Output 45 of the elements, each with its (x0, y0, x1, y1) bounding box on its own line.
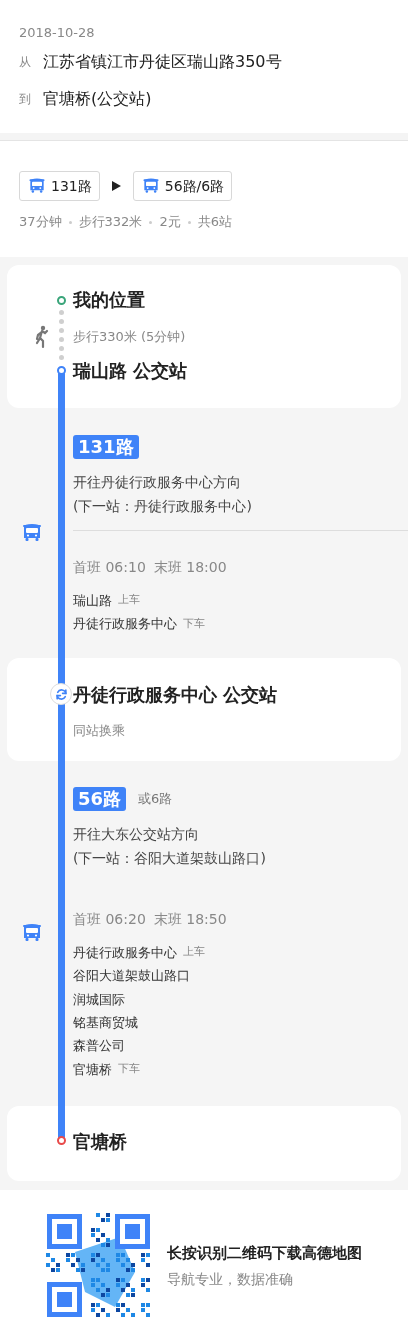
download-tagline: 导航专业，数据准确 (167, 1269, 294, 1289)
transfer-note: 同站换乘 (73, 721, 126, 740)
schedule-time: 首班 06:10 (73, 558, 146, 577)
direction-text: 开往丹徒行政服务中心方向 (73, 473, 242, 492)
route-badge: 56路 (73, 786, 127, 811)
route-badge: 131路 (73, 435, 139, 459)
route-chip: 56路/6路 (132, 171, 233, 201)
stop-name: 润城国际 (73, 990, 125, 1009)
download-prompt: 长按识别二维码下载高德地图 (167, 1242, 362, 1264)
next-stop-text: (下一站：丹徒行政服务中心) (73, 497, 253, 516)
destination-title: 官塘桥 (73, 1130, 127, 1155)
stop-action: 下车 (183, 615, 205, 632)
next-stop-text: (下一站：谷阳大道架鼓山路口) (73, 848, 267, 868)
trip-stat: 37分钟 (19, 213, 62, 232)
walk-info: 步行330米 (5分钟) (73, 328, 187, 346)
stop-name: 丹徒行政服务中心 (73, 943, 177, 962)
trip-date: 2018-10-28 (19, 24, 96, 42)
boarding-stop-title: 瑞山路 公交站 (73, 361, 188, 381)
location-label: 到 (19, 91, 31, 108)
stop-action: 上车 (183, 944, 205, 961)
location-address: 官塘桥(公交站) (43, 88, 152, 110)
stop-action: 上车 (118, 592, 140, 609)
alternative-route: 或6路 (138, 790, 173, 809)
stop-name: 铭基商贸城 (73, 1013, 138, 1032)
stop-name: 森普公司 (73, 1037, 125, 1056)
stop-name: 瑞山路 (73, 591, 112, 610)
schedule-time: 末班 18:50 (153, 909, 227, 929)
walking-person-icon (34, 324, 50, 349)
location-address: 江苏省镇江市丹徒区瑞山路350号 (43, 51, 282, 73)
schedule-time: 末班 18:00 (153, 558, 227, 577)
trip-stat: 共6站 (197, 213, 232, 232)
route-chip: 131路 (19, 171, 100, 201)
stop-name: 丹徒行政服务中心 (73, 615, 177, 634)
start-point-title: 我的位置 (73, 288, 146, 312)
next-arrow-icon (111, 181, 121, 191)
transfer-stop-title: 丹徒行政服务中心 公交站 (73, 682, 278, 707)
trip-stat: 步行332米 (78, 213, 143, 232)
schedule-time: 首班 06:20 (73, 909, 146, 929)
bus-icon (27, 176, 47, 196)
stop-name: 谷阳大道架鼓山路口 (73, 967, 190, 986)
trip-stat: 2元 (159, 213, 181, 232)
stop-name: 官塘桥 (73, 1060, 112, 1079)
stop-action: 下车 (118, 1061, 140, 1078)
location-label: 从 (19, 54, 31, 71)
direction-text: 开往大东公交站方向 (73, 824, 200, 844)
